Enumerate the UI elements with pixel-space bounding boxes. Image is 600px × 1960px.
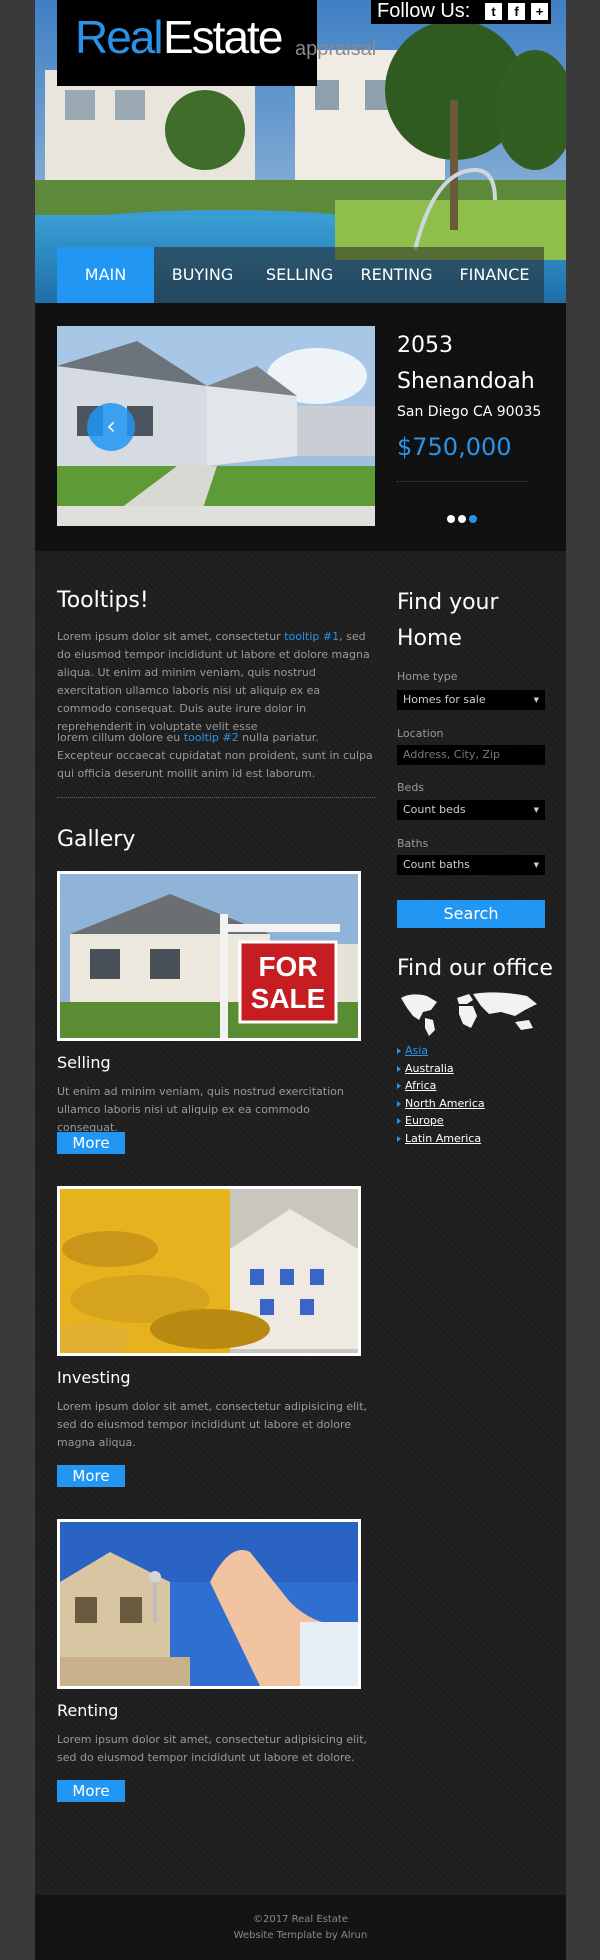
nav-renting[interactable]: RENTING	[348, 247, 445, 303]
gallery-item-title: Renting	[57, 1701, 119, 1720]
chevron-down-icon: ▼	[533, 861, 539, 869]
bullet-icon	[397, 1135, 401, 1142]
bullet-icon	[397, 1065, 401, 1072]
office-list: Asia Australia Africa North America Euro…	[397, 1042, 485, 1148]
divider	[57, 797, 375, 798]
nav-finance[interactable]: FINANCE	[445, 247, 544, 303]
slider-dots	[447, 508, 480, 527]
tooltip-1-link[interactable]: tooltip #1	[284, 630, 339, 643]
logo-appraisal: appraisal	[295, 38, 377, 60]
chevron-down-icon: ▼	[533, 696, 539, 704]
slider-dot-2[interactable]	[458, 515, 466, 523]
gallery-item-text: Ut enim ad minim veniam, quis nostrud ex…	[57, 1085, 344, 1134]
location-placeholder: Address, City, Zip	[403, 748, 500, 761]
bullet-icon	[397, 1048, 401, 1054]
home-type-value: Homes for sale	[403, 693, 486, 706]
office-link-asia[interactable]: Asia	[397, 1042, 485, 1060]
header: Real Estate appraisal Follow Us: t f + M…	[35, 0, 566, 303]
beds-label: Beds	[397, 781, 425, 794]
office-link-australia[interactable]: Australia	[397, 1060, 485, 1078]
office-link-europe[interactable]: Europe	[397, 1112, 485, 1130]
office-link-latin-america[interactable]: Latin America	[397, 1130, 485, 1148]
text: Europe	[405, 1114, 444, 1128]
divider	[397, 481, 527, 482]
baths-select[interactable]: Count baths ▼	[397, 855, 545, 875]
office-link-north-america[interactable]: North America	[397, 1095, 485, 1113]
find-home-title: Find your Home	[397, 590, 499, 651]
home-type-select[interactable]: Homes for sale ▼	[397, 690, 545, 710]
logo-estate: Estate	[163, 11, 283, 63]
text: Africa	[405, 1079, 437, 1093]
gallery-item-text: Lorem ipsum dolor sit amet, consectetur …	[57, 1733, 368, 1764]
gallery-title: Gallery	[57, 827, 136, 852]
gallery-item-title: Investing	[57, 1368, 131, 1387]
location-input[interactable]: Address, City, Zip	[397, 745, 545, 765]
copyright: ©2017 Real Estate	[252, 1914, 348, 1925]
nav-buying[interactable]: BUYING	[154, 247, 251, 303]
slider-dot-3[interactable]	[469, 515, 477, 523]
baths-value: Count baths	[403, 858, 470, 871]
featured-house-image: ‹	[57, 326, 375, 526]
baths-label: Baths	[397, 837, 429, 850]
sign-text-sale: SALE	[251, 983, 326, 1014]
nav-selling[interactable]: SELLING	[251, 247, 348, 303]
find-office-title: Find our office	[397, 956, 553, 981]
chevron-down-icon: ▼	[533, 806, 539, 814]
slider-dot-1[interactable]	[447, 515, 455, 523]
sign-text-for: FOR	[258, 951, 317, 982]
gallery-item-title: Selling	[57, 1053, 111, 1072]
bullet-icon	[397, 1083, 401, 1090]
plus-icon[interactable]: +	[531, 3, 548, 20]
tooltips-paragraph-1: Lorem ipsum dolor sit amet, consectetur …	[57, 628, 375, 736]
prev-slide-button[interactable]: ‹	[87, 403, 135, 451]
tooltip-2-link[interactable]: tooltip #2	[184, 731, 239, 744]
tooltips-paragraph-2: lorem cillum dolore eu tooltip #2 nulla …	[57, 729, 375, 783]
beds-select[interactable]: Count beds ▼	[397, 800, 545, 820]
text: lorem cillum dolore eu	[57, 731, 184, 744]
facebook-icon[interactable]: f	[508, 3, 525, 20]
home-type-label: Home type	[397, 670, 458, 683]
logo-real: Real	[75, 11, 164, 63]
listing-city: San Diego CA 90035	[397, 404, 542, 420]
beds-value: Count beds	[403, 803, 466, 816]
main-nav: MAIN BUYING SELLING RENTING FINANCE	[57, 247, 544, 303]
nav-main[interactable]: MAIN	[57, 247, 154, 303]
site-logo[interactable]: Real Estate appraisal	[57, 0, 376, 86]
bullet-icon	[397, 1118, 401, 1125]
text: Asia	[405, 1044, 429, 1057]
text: Latin America	[405, 1131, 482, 1145]
page: Real Estate appraisal Follow Us: t f + M…	[35, 0, 566, 1960]
listing-address: 2053 Shenandoah	[397, 333, 535, 394]
more-button[interactable]: More	[57, 1132, 125, 1154]
gallery-image-renting[interactable]	[57, 1519, 361, 1689]
gallery-item-text: Lorem ipsum dolor sit amet, consectetur …	[57, 1400, 368, 1449]
template-credit: Website Template by Alrun	[233, 1930, 368, 1941]
text: Australia	[405, 1061, 454, 1075]
twitter-icon[interactable]: t	[485, 3, 502, 20]
follow-us: Follow Us: t f +	[371, 0, 551, 24]
gallery-image-investing[interactable]	[57, 1186, 361, 1356]
world-map-icon	[401, 992, 537, 1036]
follow-us-label: Follow Us:	[377, 0, 471, 22]
text: Lorem ipsum dolor sit amet, consectetur	[57, 630, 285, 643]
tooltips-title: Tooltips!	[57, 588, 149, 613]
footer: ©2017 Real Estate Website Template by Al…	[35, 1895, 566, 1960]
office-link-africa[interactable]: Africa	[397, 1077, 485, 1095]
location-label: Location	[397, 727, 444, 740]
listing-price: $750,000	[397, 433, 512, 461]
bullet-icon	[397, 1100, 401, 1107]
search-button[interactable]: Search	[397, 900, 545, 928]
featured-listing: ‹ 2053 Shenandoah San Diego CA 90035 $75…	[35, 303, 566, 551]
gallery-image-selling[interactable]: FOR SALE	[57, 871, 361, 1041]
more-button[interactable]: More	[57, 1780, 125, 1802]
text: North America	[405, 1096, 485, 1110]
text: , sed do eiusmod tempor incididunt ut la…	[57, 630, 370, 733]
more-button[interactable]: More	[57, 1465, 125, 1487]
